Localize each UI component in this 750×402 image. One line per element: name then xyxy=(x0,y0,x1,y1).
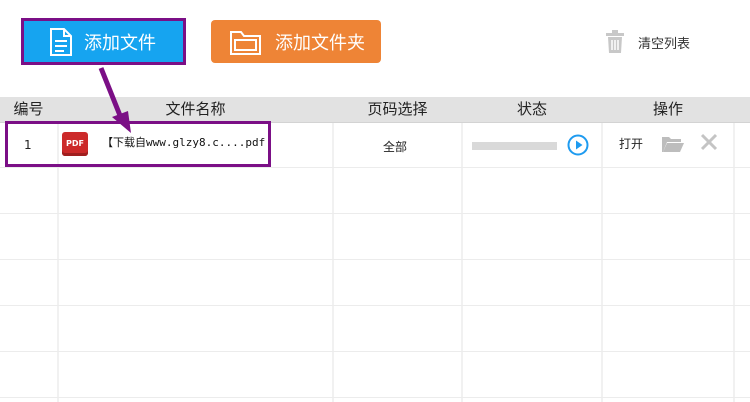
grid-line xyxy=(0,259,750,260)
column-header-index[interactable]: 编号 xyxy=(0,97,57,122)
toolbar: 添加文件 添加文件夹 清空列表 xyxy=(0,0,750,96)
grid-line xyxy=(733,97,735,402)
column-header-filename[interactable]: 文件名称 xyxy=(59,97,332,122)
grid-line xyxy=(332,97,334,402)
add-folder-button[interactable]: 添加文件夹 xyxy=(211,20,381,63)
grid-line xyxy=(0,305,750,306)
play-icon[interactable] xyxy=(567,134,589,156)
column-header-status[interactable]: 状态 xyxy=(463,97,601,122)
highlight-box xyxy=(5,121,271,167)
grid-line xyxy=(601,97,603,402)
column-header-pages[interactable]: 页码选择 xyxy=(334,97,461,122)
table-header: 编号 文件名称 页码选择 状态 操作 xyxy=(0,97,750,123)
folder-icon xyxy=(230,30,261,55)
column-header-actions[interactable]: 操作 xyxy=(603,97,733,122)
grid-line xyxy=(0,213,750,214)
clear-list-button[interactable]: 清空列表 xyxy=(604,30,690,54)
clear-list-label: 清空列表 xyxy=(638,36,691,52)
folder-open-icon[interactable] xyxy=(661,134,685,154)
grid-line xyxy=(0,167,750,168)
close-icon[interactable] xyxy=(700,133,718,151)
grid-line xyxy=(0,397,750,398)
add-file-button[interactable]: 添加文件 xyxy=(21,18,186,65)
document-icon xyxy=(50,27,72,56)
grid-line xyxy=(0,351,750,352)
add-file-label: 添加文件 xyxy=(84,32,156,54)
page-selection[interactable]: 全部 xyxy=(383,138,407,155)
grid-line xyxy=(461,97,463,402)
open-button[interactable]: 打开 xyxy=(619,135,643,152)
progress-bar xyxy=(472,142,557,150)
add-folder-label: 添加文件夹 xyxy=(275,32,365,54)
trash-icon xyxy=(606,30,624,53)
